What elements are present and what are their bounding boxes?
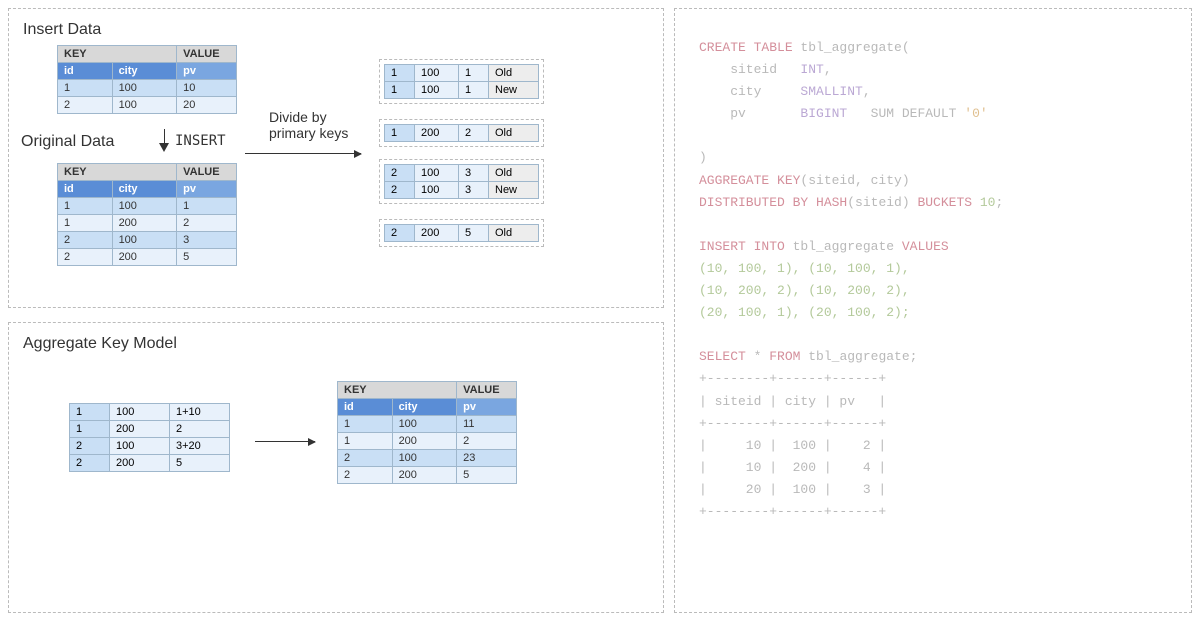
table-row: 12002 <box>70 421 230 438</box>
table-row: 11001 <box>58 198 237 215</box>
left-column: Insert Data KEY VALUE id city pv 110010 … <box>8 8 664 613</box>
aggregate-panel: Aggregate Key Model 11001+10 12002 21003… <box>8 322 664 613</box>
col-id: id <box>338 399 393 416</box>
agg-right-table: KEY VALUE id city pv 110011 12002 210023… <box>337 381 517 484</box>
col-value: VALUE <box>177 46 237 63</box>
insert-title: Insert Data <box>23 21 649 39</box>
table-row: 22005 <box>338 467 517 484</box>
mini-group-2: 12002Old <box>379 119 544 147</box>
original-title: Original Data <box>21 133 114 151</box>
col-pv: pv <box>177 181 237 198</box>
col-city: city <box>112 181 177 198</box>
mini-group-1: 11001Old 11001New <box>379 59 544 104</box>
original-table: KEY VALUE id city pv 11001 12002 21003 2… <box>57 163 237 266</box>
col-key: KEY <box>58 46 177 63</box>
agg-left-table: 11001+10 12002 21003+20 22005 <box>69 403 230 472</box>
table-row: 110010 <box>58 80 237 97</box>
table-row: 21003New <box>385 182 539 199</box>
insert-table: KEY VALUE id city pv 110010 210020 <box>57 45 237 114</box>
col-city: city <box>112 63 177 80</box>
col-pv: pv <box>177 63 237 80</box>
insert-label: INSERT <box>175 133 226 149</box>
layout: Insert Data KEY VALUE id city pv 110010 … <box>8 8 1192 613</box>
table-row: 11001Old <box>385 65 539 82</box>
table-row: 11001+10 <box>70 404 230 421</box>
code-panel-wrap: CREATE TABLE tbl_aggregate( siteid INT, … <box>674 8 1192 613</box>
col-id: id <box>58 181 113 198</box>
col-value: VALUE <box>177 164 237 181</box>
table-row: 12002 <box>58 215 237 232</box>
table-row: 21003Old <box>385 165 539 182</box>
col-city: city <box>392 399 457 416</box>
col-pv: pv <box>457 399 517 416</box>
divide-label-1: Divide by <box>269 109 348 125</box>
table-row: 210020 <box>58 97 237 114</box>
table-row: 22005Old <box>385 225 539 242</box>
table-row: 11001New <box>385 82 539 99</box>
table-row: 21003+20 <box>70 438 230 455</box>
table-row: 12002 <box>338 433 517 450</box>
arrow-down-icon <box>159 143 169 152</box>
aggregate-title: Aggregate Key Model <box>23 335 649 353</box>
table-row: 22005 <box>58 249 237 266</box>
mini-group-3: 21003Old 21003New <box>379 159 544 204</box>
insert-panel: Insert Data KEY VALUE id city pv 110010 … <box>8 8 664 308</box>
divide-label-2: primary keys <box>269 125 348 141</box>
col-key: KEY <box>338 382 457 399</box>
arrow-right-icon <box>245 153 361 154</box>
sql-code: CREATE TABLE tbl_aggregate( siteid INT, … <box>699 37 1167 523</box>
arrow-right-icon <box>255 441 315 442</box>
col-value: VALUE <box>457 382 517 399</box>
table-row: 210023 <box>338 450 517 467</box>
code-panel: CREATE TABLE tbl_aggregate( siteid INT, … <box>674 8 1192 613</box>
table-row: 12002Old <box>385 125 539 142</box>
table-row: 21003 <box>58 232 237 249</box>
table-row: 22005 <box>70 455 230 472</box>
mini-group-4: 22005Old <box>379 219 544 247</box>
col-id: id <box>58 63 113 80</box>
col-key: KEY <box>58 164 177 181</box>
table-row: 110011 <box>338 416 517 433</box>
